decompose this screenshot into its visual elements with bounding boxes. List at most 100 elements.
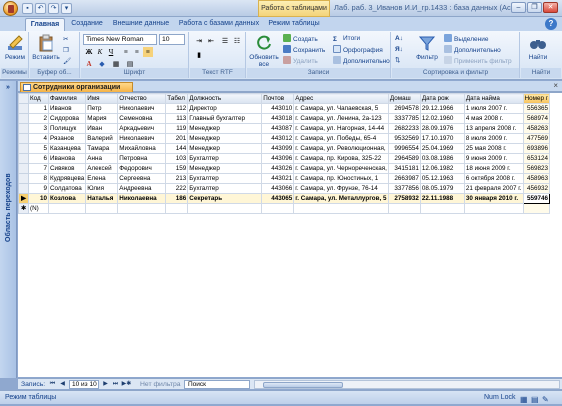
table-cell[interactable] [117, 203, 167, 214]
table-cell[interactable]: 21 февраля 2007 г. [463, 183, 524, 194]
table-cell[interactable]: 159 [165, 163, 189, 174]
redo-icon[interactable]: ↷ [48, 3, 59, 14]
table-cell[interactable]: г. Самара, ул. Ленина, 2а-123 [293, 113, 389, 124]
office-button[interactable] [3, 1, 18, 16]
column-header[interactable]: Почтов [261, 93, 295, 104]
column-header[interactable]: Имя [85, 93, 119, 104]
table-cell[interactable]: Козлова [47, 193, 87, 204]
table-cell[interactable]: г. Самара, ул. Победы, 65-4 [293, 133, 389, 144]
table-cell[interactable]: 03.08.1986 [419, 153, 465, 164]
last-record-icon[interactable]: ⏭ [111, 380, 120, 389]
prev-record-icon[interactable]: ◀ [58, 380, 67, 389]
table-cell[interactable]: 201 [165, 133, 189, 144]
nav-pane-toggle-icon[interactable]: » [2, 83, 14, 93]
table-cell[interactable]: 113 [165, 113, 189, 124]
numbering-icon[interactable]: ☷ [232, 36, 242, 46]
table-cell[interactable]: Алексей [85, 163, 119, 174]
align-left-icon[interactable]: ≡ [121, 47, 131, 57]
table-cell[interactable]: Иванова [47, 153, 87, 164]
column-header[interactable]: Фамилия [47, 93, 87, 104]
sort-desc-icon[interactable]: Я↓ [395, 45, 403, 55]
document-tab-employees[interactable]: Сотрудники организации [20, 82, 133, 92]
table-cell[interactable] [187, 203, 263, 214]
table-cell[interactable] [261, 203, 295, 214]
table-cell[interactable]: г. Самара, ул. Металлургов, 5 [293, 193, 389, 204]
table-cell[interactable]: 456932 [522, 183, 551, 194]
filter-button[interactable]: Фильтр [414, 34, 440, 68]
row-selector[interactable] [18, 153, 29, 164]
table-cell[interactable]: Тамара [85, 143, 119, 154]
table-cell[interactable] [165, 203, 189, 214]
table-cell[interactable]: 3377856 [387, 183, 421, 194]
column-header-selected[interactable]: Номер г [522, 93, 551, 104]
table-cell[interactable]: 2964589 [387, 153, 421, 164]
table-cell[interactable]: Николаевич [117, 133, 167, 144]
table-cell[interactable]: 10 [28, 193, 49, 204]
refresh-all-button[interactable]: Обновить все [249, 34, 279, 68]
view-button[interactable]: Режим [2, 34, 28, 68]
horizontal-scrollbar[interactable] [254, 380, 560, 389]
table-cell[interactable]: 2663987 [387, 173, 421, 184]
table-cell[interactable]: 7 [28, 163, 49, 174]
tab-external-data[interactable]: Внешние данные [110, 18, 172, 31]
table-cell[interactable]: 112 [165, 103, 189, 114]
tab-home[interactable]: Главная [25, 18, 65, 31]
table-cell[interactable]: Семеновна [117, 113, 167, 124]
advanced-filter-button[interactable]: Дополнительно [444, 45, 501, 55]
select-all-corner[interactable] [18, 93, 29, 104]
spelling-button[interactable]: Орфография [333, 45, 383, 55]
table-cell[interactable]: Наталья [85, 193, 119, 204]
restore-button[interactable]: ❐ [527, 2, 542, 13]
column-header[interactable]: Код [28, 93, 49, 104]
row-selector[interactable] [18, 103, 29, 114]
create-record-button[interactable]: Создать [283, 34, 318, 44]
new-row-marker[interactable]: ✱ [18, 203, 29, 214]
table-cell[interactable] [47, 203, 87, 214]
paste-button[interactable]: Вставить [32, 34, 60, 68]
table-cell[interactable]: 12.06.1982 [419, 163, 465, 174]
table-cell[interactable]: Бухгалтер [187, 183, 263, 194]
table-cell[interactable]: г. Самара, ул. Революционная, [293, 143, 389, 154]
column-header[interactable]: Должность [187, 93, 263, 104]
table-cell[interactable]: 103 [165, 153, 189, 164]
table-cell[interactable]: 28.09.1976 [419, 123, 465, 134]
table-cell[interactable]: Николаевич [117, 103, 167, 114]
table-cell[interactable]: 477569 [522, 133, 551, 144]
table-row[interactable]: 6 Иванова Анна Петровна 103 Бухгалтер 443096 г.… [18, 153, 551, 164]
new-record-nav-icon[interactable]: ▶✱ [121, 380, 132, 389]
table-cell[interactable]: 08.05.1979 [419, 183, 465, 194]
table-cell[interactable]: 569823 [522, 163, 551, 174]
column-header[interactable]: Дата найма [463, 93, 524, 104]
table-cell[interactable]: 458263 [522, 123, 551, 134]
filter-status[interactable]: Нет фильтра [140, 379, 181, 390]
table-cell[interactable]: 9996554 [387, 143, 421, 154]
table-cell[interactable]: 2758932 [387, 193, 421, 204]
table-cell[interactable]: 4 [28, 133, 49, 144]
table-cell[interactable]: г. Самара, ул. Чапаевская, 5 [293, 103, 389, 114]
table-cell[interactable]: Иванов [47, 103, 87, 114]
undo-icon[interactable]: ↶ [35, 3, 46, 14]
table-cell[interactable]: г. Самара, ул. Нагорная, 14-44 [293, 123, 389, 134]
table-cell[interactable]: 8 июля 2009 г. [463, 133, 524, 144]
table-cell[interactable]: Юлия [85, 183, 119, 194]
table-cell[interactable]: 559746 [522, 193, 551, 204]
table-cell[interactable]: 6 [28, 153, 49, 164]
table-cell[interactable]: Солдатова [47, 183, 87, 194]
table-cell[interactable]: Михайловна [117, 143, 167, 154]
close-button[interactable]: ✕ [543, 2, 558, 13]
row-selector[interactable] [18, 113, 29, 124]
table-cell[interactable]: Николаевна [117, 193, 167, 204]
font-size-select[interactable]: 10 [159, 34, 185, 45]
row-selector[interactable] [18, 123, 29, 134]
table-cell[interactable]: 4 мая 2008 г. [463, 113, 524, 124]
column-header[interactable]: Домаш [387, 93, 421, 104]
datasheet-view-icon[interactable]: ▦ [520, 393, 528, 406]
tab-database-tools[interactable]: Работа с базами данных [176, 18, 262, 31]
table-cell[interactable]: Сивяков [47, 163, 87, 174]
table-cell[interactable]: 443099 [261, 143, 295, 154]
table-cell[interactable]: 1 июля 2007 г. [463, 103, 524, 114]
table-cell[interactable]: 2694578 [387, 103, 421, 114]
table-cell[interactable]: 186 [165, 193, 189, 204]
table-row[interactable]: 1 Иванов Петр Николаевич 112 Директор 443010 г.… [18, 103, 551, 114]
table-cell[interactable]: г. Самара, пр. Юностиных, 1 [293, 173, 389, 184]
